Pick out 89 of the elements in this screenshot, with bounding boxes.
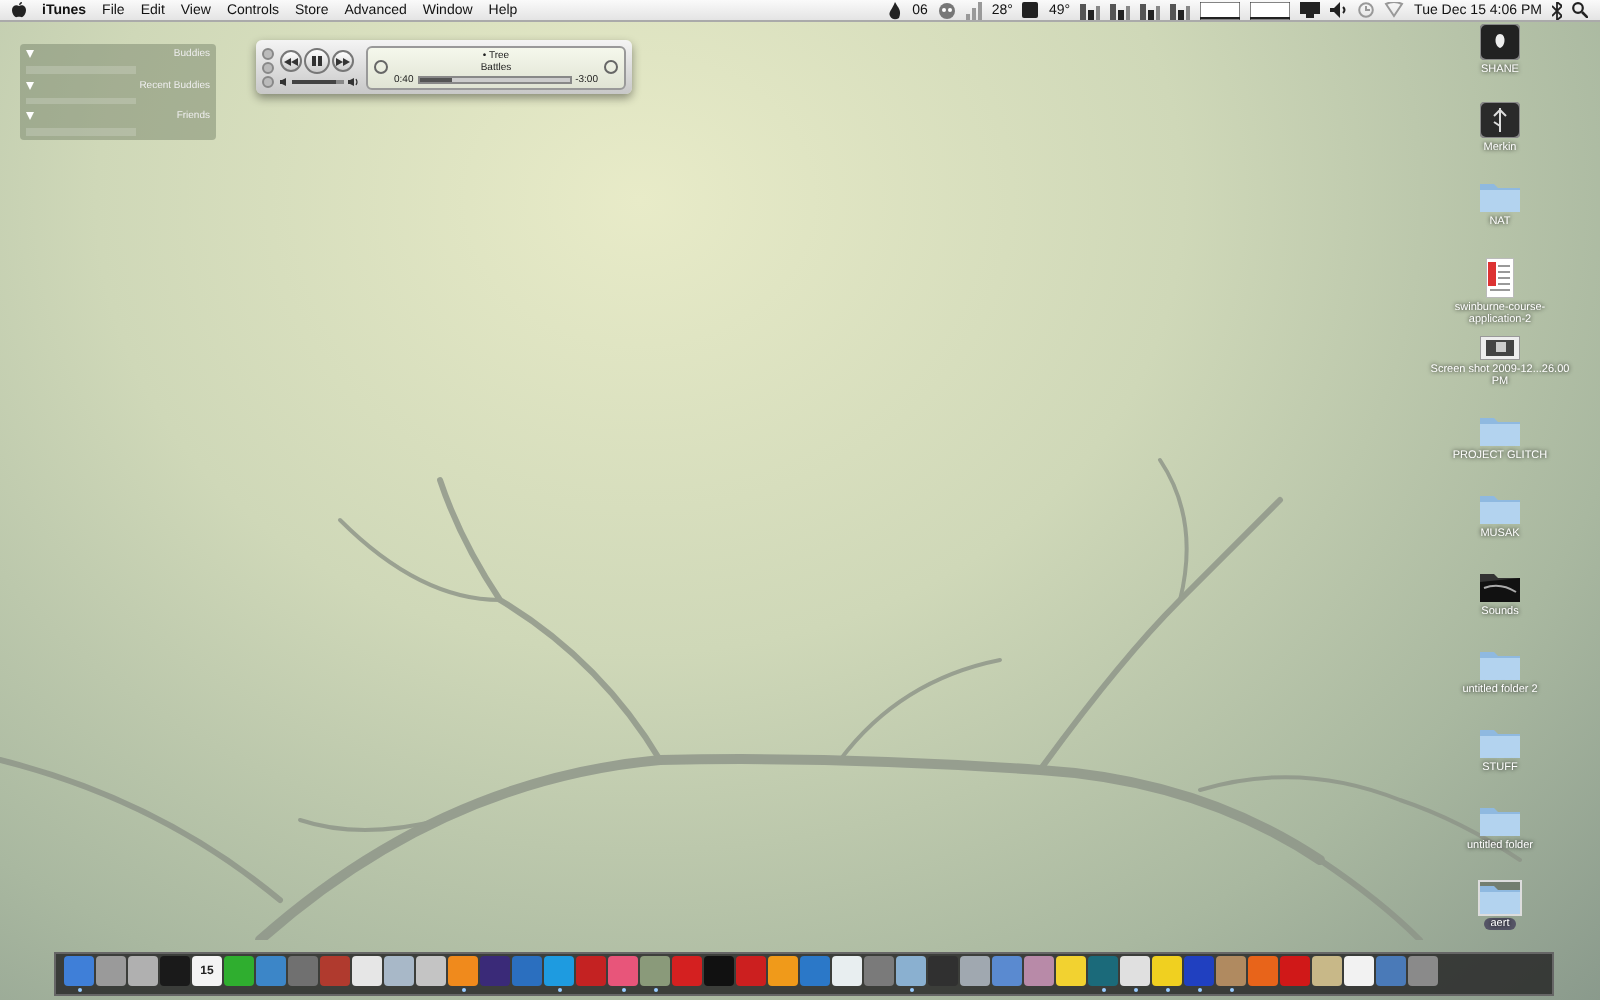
pause-button[interactable] xyxy=(304,48,330,74)
app-icon[interactable] xyxy=(736,956,766,986)
folder-icon[interactable] xyxy=(1480,726,1520,758)
app-icon[interactable] xyxy=(960,956,990,986)
progress-bar[interactable] xyxy=(417,75,572,83)
app-icon[interactable] xyxy=(256,956,286,986)
app-icon[interactable] xyxy=(480,956,510,986)
graph-icon[interactable] xyxy=(1250,1,1291,19)
app-icon[interactable] xyxy=(1120,956,1150,986)
next-button[interactable] xyxy=(332,50,354,72)
app-icon[interactable] xyxy=(512,956,542,986)
app-icon[interactable] xyxy=(416,956,446,986)
document-icon[interactable] xyxy=(1486,258,1514,298)
app-icon[interactable] xyxy=(320,956,350,986)
app-icon[interactable] xyxy=(64,956,94,986)
flame-icon[interactable] xyxy=(888,1,903,19)
app-icon[interactable] xyxy=(1184,956,1214,986)
square-icon[interactable] xyxy=(1022,2,1039,18)
meter-icon[interactable] xyxy=(1080,1,1101,19)
dark-folder-icon[interactable] xyxy=(1480,570,1520,602)
app-icon[interactable] xyxy=(864,956,894,986)
folder-icon[interactable] xyxy=(1480,492,1520,524)
volume-low-icon xyxy=(280,78,288,86)
search-icon[interactable] xyxy=(1572,2,1588,18)
bluetooth-icon[interactable] xyxy=(1552,1,1562,19)
display-icon[interactable] xyxy=(1300,2,1321,18)
zoom-button[interactable] xyxy=(262,75,274,87)
disclosure-icon[interactable] xyxy=(26,112,34,121)
close-button[interactable] xyxy=(262,47,274,59)
pause-icon xyxy=(312,56,322,66)
volume-icon[interactable] xyxy=(1330,2,1349,18)
wifi-icon[interactable] xyxy=(1384,2,1405,18)
app-icon[interactable] xyxy=(704,956,734,986)
app-icon[interactable] xyxy=(672,956,702,986)
meter-icon[interactable] xyxy=(1140,1,1161,19)
app-icon[interactable] xyxy=(1088,956,1118,986)
folder-icon[interactable] xyxy=(1480,180,1520,212)
minimize-button[interactable] xyxy=(262,61,274,73)
rewind-icon xyxy=(284,57,298,65)
folder-icon[interactable] xyxy=(1479,414,1520,446)
app-icon[interactable] xyxy=(288,956,318,986)
disclosure-icon[interactable] xyxy=(26,81,34,90)
screenshot-icon[interactable] xyxy=(1480,336,1520,360)
app-icon[interactable] xyxy=(992,956,1022,986)
disclosure-icon[interactable] xyxy=(26,50,34,58)
graph-icon[interactable] xyxy=(1200,1,1241,19)
folder-icon[interactable] xyxy=(1480,882,1520,914)
buddy-row xyxy=(26,128,137,137)
app-icon[interactable] xyxy=(1280,956,1310,986)
signal-bars-icon[interactable] xyxy=(965,1,982,19)
app-icon[interactable] xyxy=(1152,956,1182,986)
app-icon[interactable] xyxy=(384,956,414,986)
app-icon[interactable] xyxy=(832,956,862,986)
app-icon[interactable] xyxy=(768,956,798,986)
app-icon[interactable] xyxy=(544,956,574,986)
fast-forward-icon xyxy=(336,57,350,65)
app-icon[interactable] xyxy=(608,956,638,986)
app-icon[interactable] xyxy=(1248,956,1278,986)
previous-button[interactable] xyxy=(280,50,302,72)
app-icon[interactable] xyxy=(160,956,190,986)
app-icon[interactable] xyxy=(128,956,158,986)
app-icon[interactable] xyxy=(896,956,926,986)
snapback-button[interactable] xyxy=(374,60,388,74)
folder-icon[interactable] xyxy=(1479,648,1520,680)
app-icon[interactable] xyxy=(96,956,126,986)
clock-icon[interactable] xyxy=(1358,2,1375,18)
app-icon[interactable] xyxy=(448,956,478,986)
meter-icon[interactable] xyxy=(1170,1,1191,19)
drive-icon[interactable] xyxy=(1480,24,1520,60)
apple-menu-icon[interactable] xyxy=(12,2,26,18)
volume-high-icon xyxy=(348,78,360,86)
app-icon[interactable] xyxy=(224,956,254,986)
app-icon[interactable] xyxy=(1024,956,1054,986)
usb-drive-icon[interactable] xyxy=(1480,102,1520,138)
meter-icon[interactable] xyxy=(1110,1,1131,19)
app-icon[interactable] xyxy=(800,956,830,986)
app-icon[interactable] xyxy=(1408,956,1438,986)
app-icon[interactable] xyxy=(1376,956,1406,986)
options-button[interactable] xyxy=(604,60,618,74)
app-icon[interactable] xyxy=(1056,956,1086,986)
app-icon[interactable] xyxy=(1216,956,1246,986)
app-icon[interactable] xyxy=(640,956,670,986)
folder-icon[interactable] xyxy=(1480,804,1520,836)
app-icon[interactable] xyxy=(928,956,958,986)
mascot-icon[interactable] xyxy=(937,1,956,19)
app-icon[interactable] xyxy=(352,956,382,986)
app-icon[interactable] xyxy=(576,956,606,986)
app-icon[interactable] xyxy=(1312,956,1342,986)
app-icon[interactable] xyxy=(1344,956,1374,986)
